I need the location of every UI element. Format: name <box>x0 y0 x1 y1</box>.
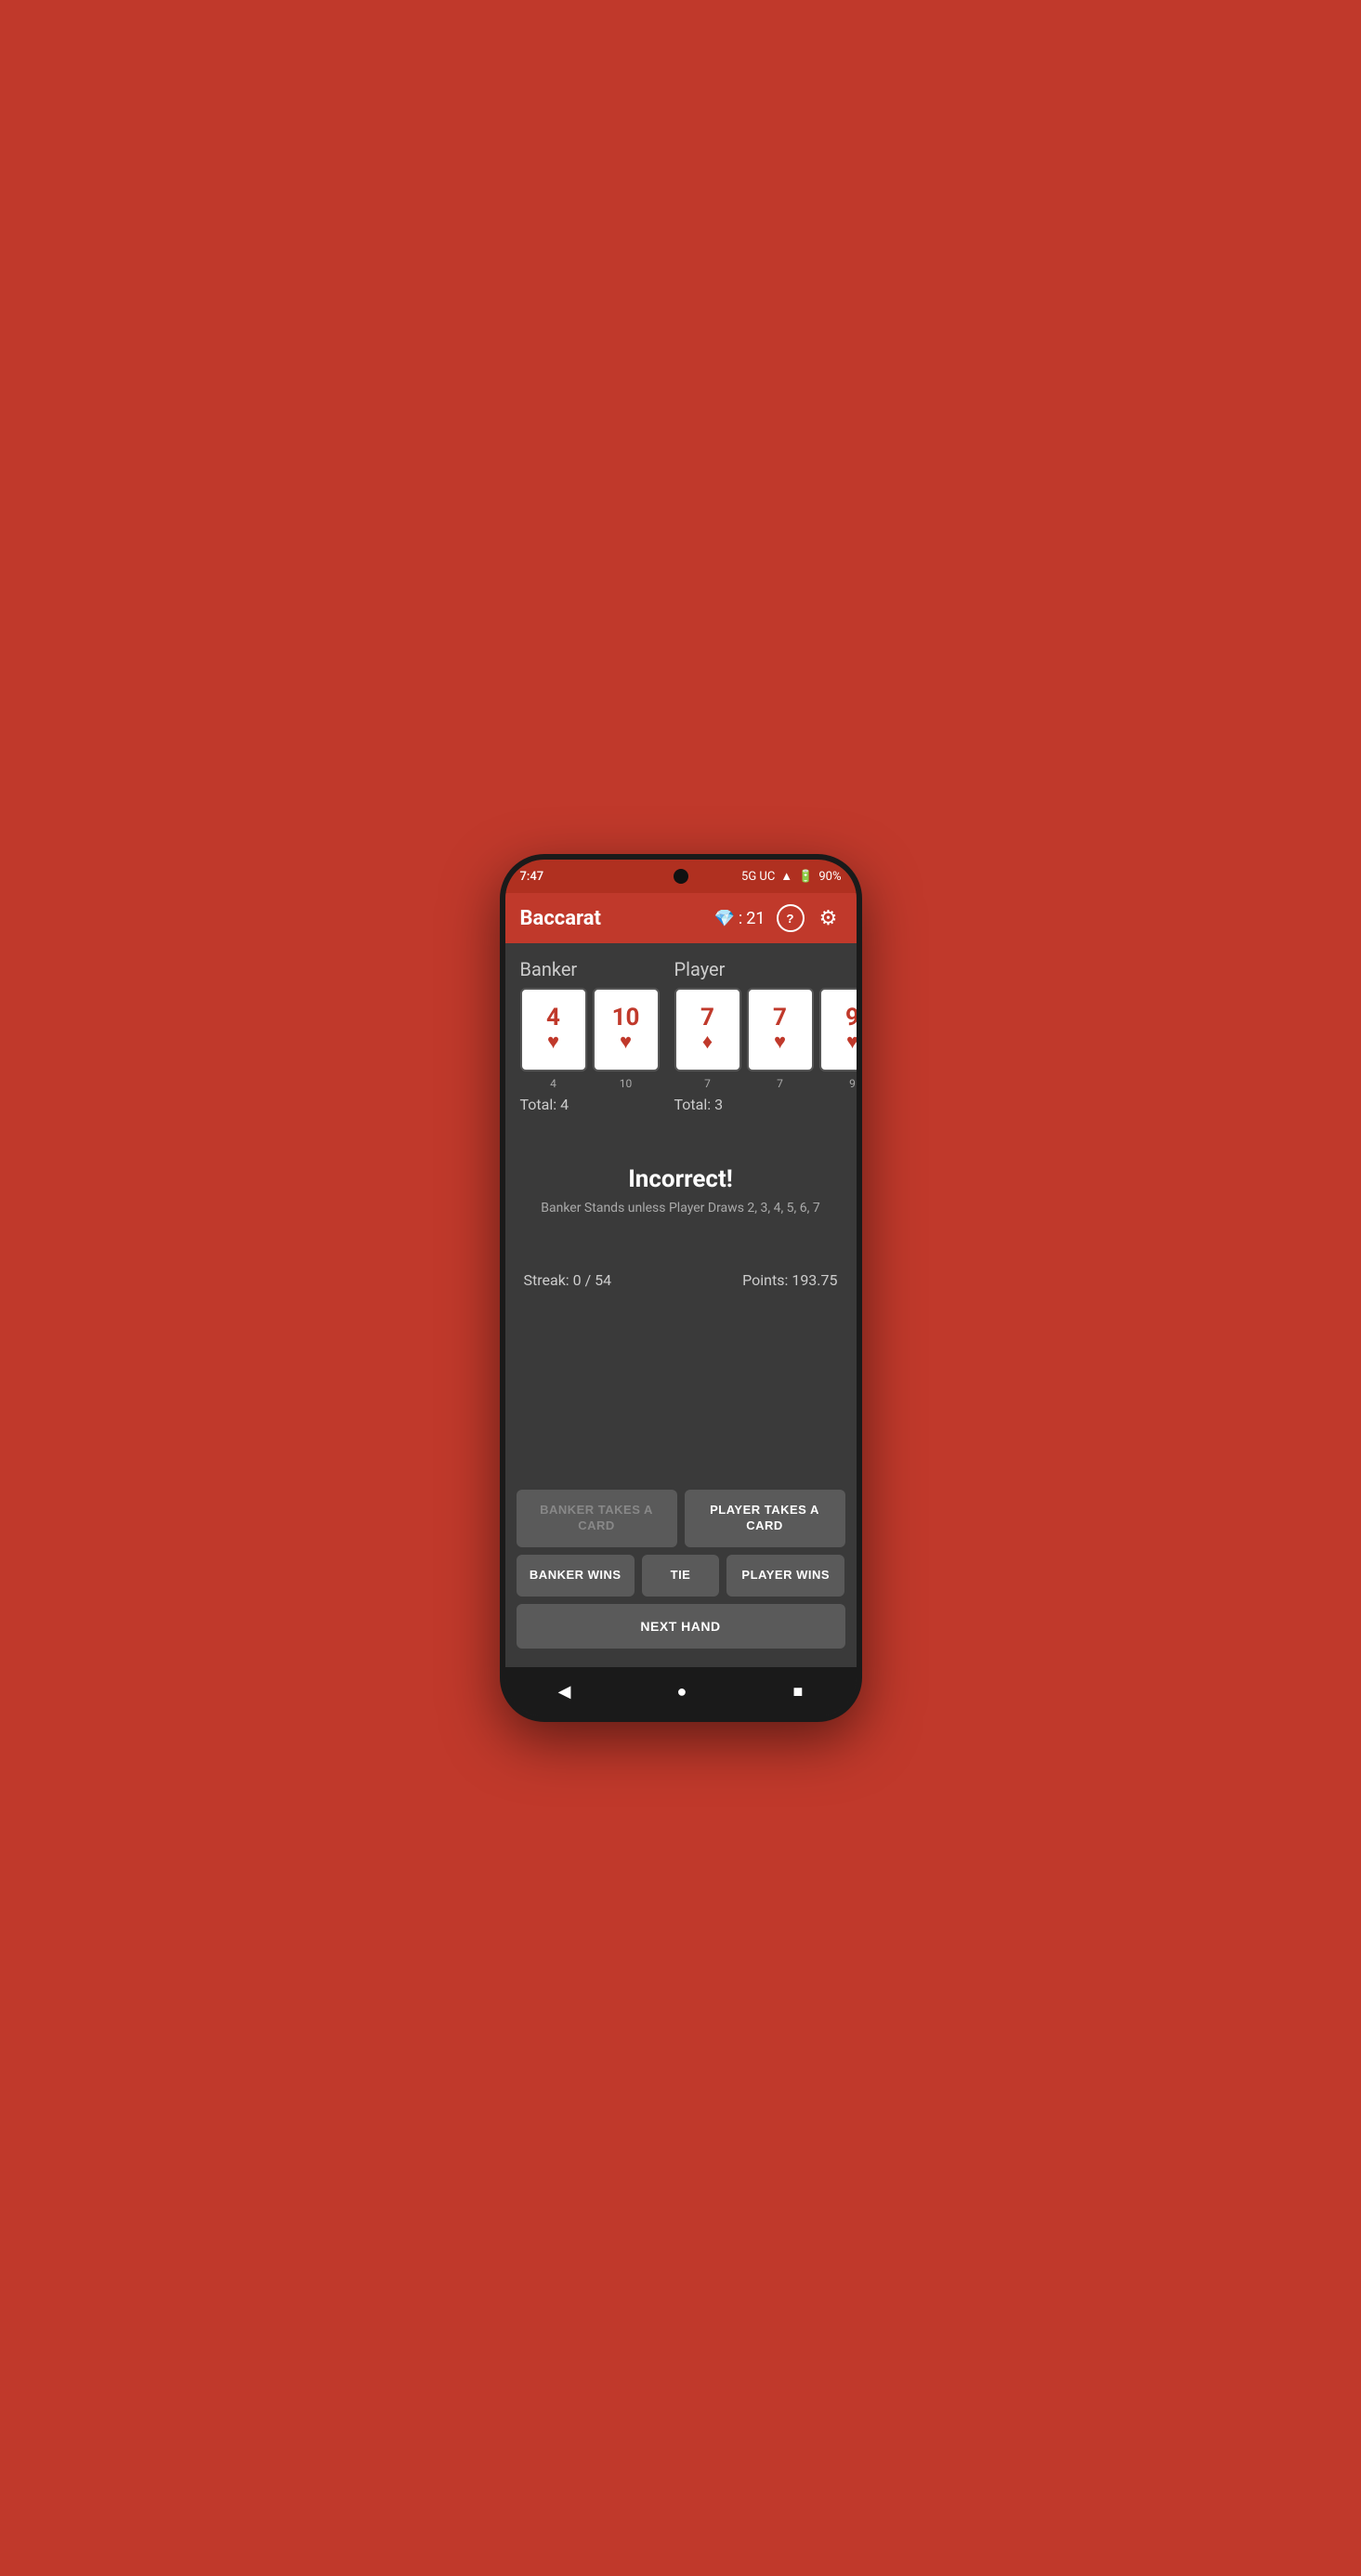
player-card-1-suit: ♦ <box>702 1030 713 1054</box>
points-stat: Points: 193.75 <box>742 1271 837 1289</box>
nav-home-button[interactable]: ● <box>655 1678 710 1705</box>
banker-card-2: 10 ♥ <box>593 988 660 1071</box>
player-wins-button[interactable]: PLAYER WINS <box>726 1555 845 1597</box>
banker-total: Total: 4 <box>520 1096 660 1113</box>
banker-wins-button[interactable]: BANKER WINS <box>517 1555 635 1597</box>
next-hand-button[interactable]: NEXT HAND <box>517 1604 845 1649</box>
draw-buttons-row: BANKER TAKES A CARD PLAYER TAKES A CARD <box>517 1490 845 1547</box>
player-card-1-label: 7 <box>674 1077 741 1090</box>
header-right: 💎 : 21 ? ⚙ <box>713 904 841 932</box>
banker-cards-row: 4 ♥ 10 ♥ <box>520 988 660 1071</box>
tie-button[interactable]: TIE <box>642 1555 719 1597</box>
player-card-3-suit: ♥ <box>846 1030 858 1054</box>
battery-level: 90% <box>818 870 841 884</box>
banker-card-2-label: 10 <box>593 1077 660 1090</box>
player-hand: Player 7 ♦ 7 ♥ 9 ♥ 7 <box>674 958 862 1113</box>
player-label: Player <box>674 958 862 980</box>
nav-recent-button[interactable]: ■ <box>771 1678 826 1705</box>
status-right: 5G UC ▲ 🔋 90% <box>741 869 841 884</box>
player-card-3: 9 ♥ <box>819 988 862 1071</box>
player-total: Total: 3 <box>674 1096 862 1113</box>
banker-hand: Banker 4 ♥ 10 ♥ 4 10 Total: 4 <box>520 958 660 1113</box>
game-area: Banker 4 ♥ 10 ♥ 4 10 Total: 4 <box>505 943 857 1482</box>
status-time: 7:47 <box>520 870 544 884</box>
status-bar: 7:47 5G UC ▲ 🔋 90% <box>505 860 857 893</box>
result-title: Incorrect! <box>535 1165 827 1193</box>
app-title: Baccarat <box>520 907 601 930</box>
phone-frame: 7:47 5G UC ▲ 🔋 90% Baccarat 💎 : 21 ? ⚙ <box>500 854 862 1722</box>
player-card-2-value: 7 <box>773 1005 787 1030</box>
bottom-area: BANKER TAKES A CARD PLAYER TAKES A CARD … <box>505 1482 857 1667</box>
banker-label: Banker <box>520 958 660 980</box>
nav-bar: ◀ ● ■ <box>505 1667 857 1716</box>
stats-row: Streak: 0 / 54 Points: 193.75 <box>520 1260 842 1300</box>
banker-card-2-suit: ♥ <box>620 1030 632 1054</box>
player-card-2: 7 ♥ <box>747 988 814 1071</box>
gem-score-value: : <box>739 909 742 928</box>
gem-icon: 💎 <box>713 909 734 928</box>
camera-notch <box>674 869 688 884</box>
banker-card-2-value: 10 <box>612 1005 640 1030</box>
network-status: 5G UC <box>741 870 775 884</box>
banker-card-1-label: 4 <box>520 1077 587 1090</box>
help-button[interactable]: ? <box>777 904 805 932</box>
player-card-2-suit: ♥ <box>774 1030 786 1054</box>
hands-row: Banker 4 ♥ 10 ♥ 4 10 Total: 4 <box>520 958 842 1113</box>
result-subtitle: Banker Stands unless Player Draws 2, 3, … <box>535 1201 827 1216</box>
battery-icon: 🔋 <box>798 870 813 884</box>
app-header: Baccarat 💎 : 21 ? ⚙ <box>505 893 857 943</box>
streak-stat: Streak: 0 / 54 <box>524 1271 612 1289</box>
banker-card-1: 4 ♥ <box>520 988 587 1071</box>
player-card-1: 7 ♦ <box>674 988 741 1071</box>
player-card-1-value: 7 <box>700 1005 714 1030</box>
nav-back-button[interactable]: ◀ <box>536 1678 594 1705</box>
outcome-buttons-row: BANKER WINS TIE PLAYER WINS <box>517 1555 845 1597</box>
banker-takes-card-button[interactable]: BANKER TAKES A CARD <box>517 1490 677 1547</box>
gear-icon: ⚙ <box>819 906 838 929</box>
signal-icon: ▲ <box>780 869 792 884</box>
gem-score-display: 💎 : 21 <box>713 909 765 928</box>
player-card-3-value: 9 <box>845 1005 859 1030</box>
banker-card-1-suit: ♥ <box>547 1030 559 1054</box>
player-takes-card-button[interactable]: PLAYER TAKES A CARD <box>685 1490 845 1547</box>
settings-button[interactable]: ⚙ <box>816 905 842 931</box>
help-icon: ? <box>786 912 793 926</box>
player-card-2-label: 7 <box>747 1077 814 1090</box>
player-cards-row: 7 ♦ 7 ♥ 9 ♥ <box>674 988 862 1071</box>
banker-card-1-value: 4 <box>546 1005 560 1030</box>
gem-count: 21 <box>746 909 765 928</box>
player-card-3-label: 9 <box>819 1077 862 1090</box>
result-section: Incorrect! Banker Stands unless Player D… <box>520 1128 842 1253</box>
